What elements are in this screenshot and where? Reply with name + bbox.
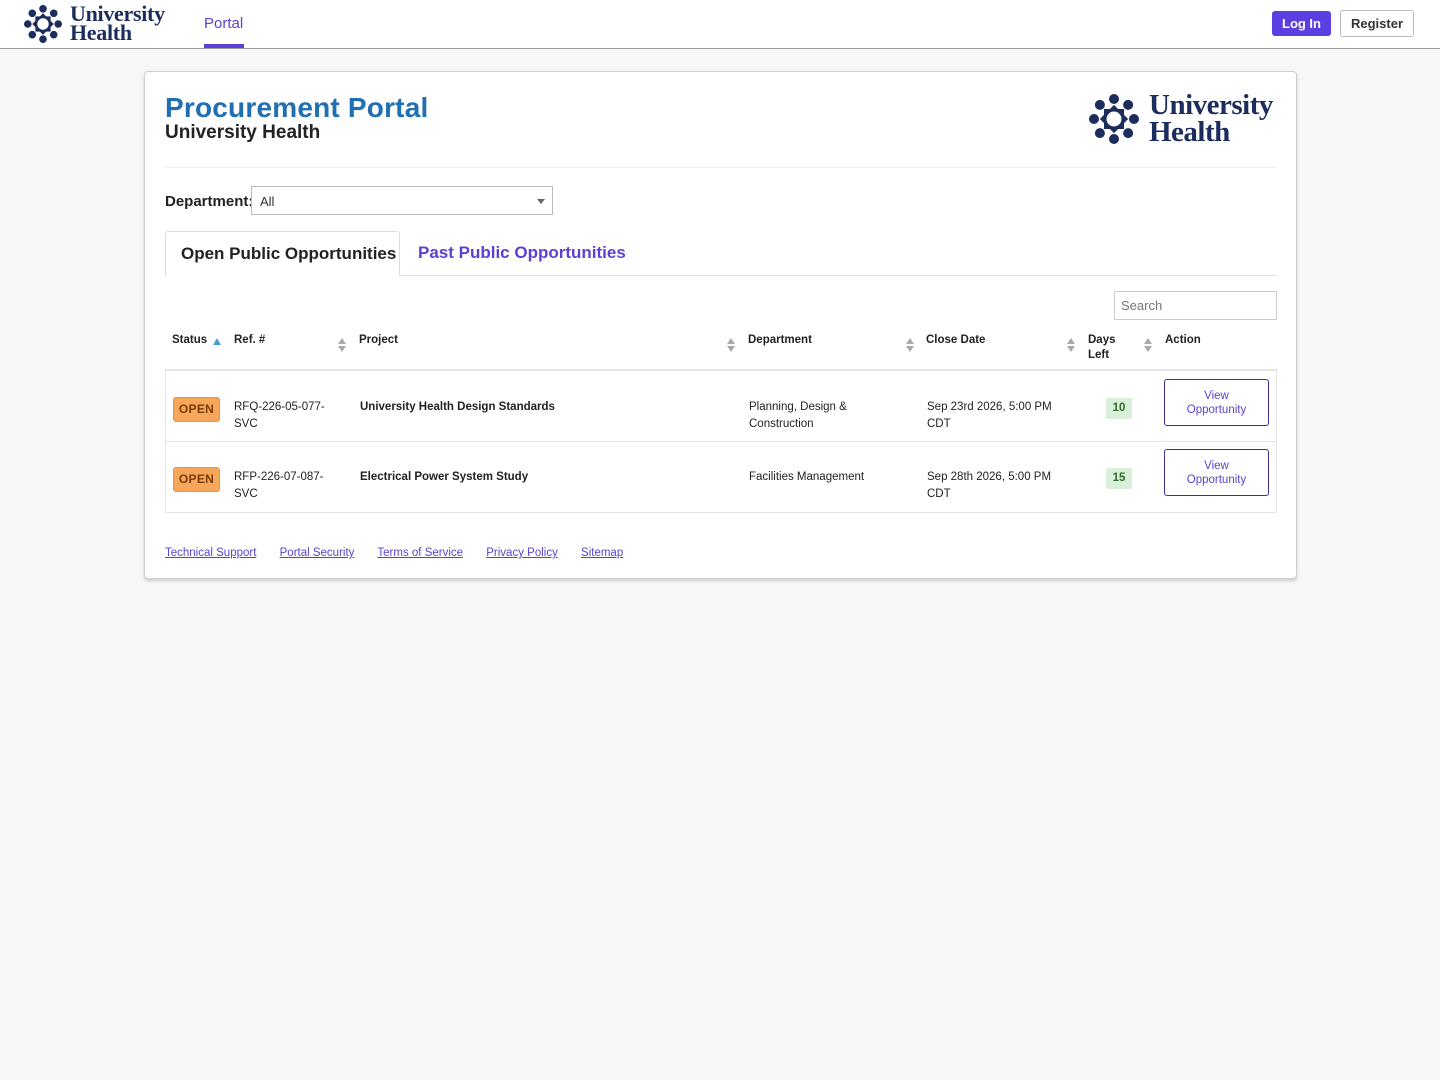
logo-wordmark: University Health	[1149, 89, 1273, 148]
login-button[interactable]: Log In	[1272, 11, 1331, 36]
sort-icon[interactable]	[1067, 338, 1075, 354]
department-name: Facilities Management	[749, 471, 865, 483]
footer-link-terms-of-service[interactable]: Terms of Service	[377, 547, 463, 559]
department-select-value: All	[260, 194, 275, 209]
caret-down-icon	[537, 199, 545, 204]
days-left-badge: 10	[1106, 398, 1132, 419]
star-emblem-icon	[1089, 94, 1139, 144]
opportunities-table-body: OPEN RFQ-226-05-077-SVC University Healt…	[165, 371, 1277, 513]
col-header-department[interactable]: Department	[748, 333, 812, 348]
close-date: Sep 23rd 2026, 5:00 PM CDT	[927, 401, 1052, 430]
col-header-ref[interactable]: Ref. #	[234, 333, 265, 348]
col-header-status[interactable]: Status	[172, 333, 207, 348]
ref-number: RFQ-226-05-077-SVC	[234, 401, 325, 430]
department-name: Planning, Design & Construction	[749, 401, 847, 430]
footer-link-portal-security[interactable]: Portal Security	[280, 547, 355, 559]
footer-links: Technical Support Portal Security Terms …	[165, 547, 643, 559]
footer-link-technical-support[interactable]: Technical Support	[165, 547, 256, 559]
tab-past-opportunities[interactable]: Past Public Opportunities	[418, 243, 626, 263]
col-header-project[interactable]: Project	[359, 333, 398, 348]
star-emblem-icon	[24, 5, 62, 43]
project-name: Electrical Power System Study	[360, 471, 529, 483]
days-left-badge: 15	[1106, 468, 1132, 489]
department-label: Department:	[165, 193, 254, 210]
logo-wordmark: University Health	[70, 1, 165, 45]
status-badge: OPEN	[173, 397, 220, 422]
sort-icon[interactable]	[1144, 338, 1152, 354]
sort-icon[interactable]	[727, 338, 735, 354]
top-nav: University Health Portal Log In Register	[0, 0, 1440, 49]
col-header-action: Action	[1165, 334, 1201, 346]
status-badge: OPEN	[173, 467, 220, 492]
sort-icon[interactable]	[338, 338, 346, 354]
ref-number: RFP-226-07-087-SVC	[234, 471, 324, 500]
project-name: University Health Design Standards	[360, 401, 555, 413]
active-tab-indicator	[204, 44, 244, 48]
university-health-logo-large: University Health	[1089, 89, 1279, 148]
col-header-days-left[interactable]: Days Left	[1088, 333, 1122, 363]
register-button[interactable]: Register	[1340, 10, 1414, 37]
close-date: Sep 28th 2026, 5:00 PM CDT	[927, 471, 1052, 500]
view-opportunity-button[interactable]: View Opportunity	[1164, 449, 1269, 496]
sort-icon[interactable]	[906, 338, 914, 354]
procurement-card: Procurement Portal University Health Uni…	[144, 71, 1297, 579]
view-opportunity-button[interactable]: View Opportunity	[1164, 379, 1269, 426]
footer-link-privacy-policy[interactable]: Privacy Policy	[486, 547, 558, 559]
divider	[165, 167, 1277, 168]
department-select[interactable]: All	[251, 186, 553, 215]
footer-link-sitemap[interactable]: Sitemap	[581, 547, 623, 559]
table-row: OPEN RFQ-226-05-077-SVC University Healt…	[166, 371, 1276, 441]
nav-tab-portal[interactable]: Portal	[204, 15, 243, 32]
tab-open-opportunities[interactable]: Open Public Opportunities	[165, 231, 400, 276]
page-title: Procurement Portal	[165, 92, 429, 123]
table-row: OPEN RFP-226-07-087-SVC Electrical Power…	[166, 441, 1276, 511]
col-header-close-date[interactable]: Close Date	[926, 333, 985, 348]
search-input[interactable]	[1114, 291, 1277, 320]
page-subtitle: University Health	[165, 122, 321, 143]
university-health-logo[interactable]: University Health	[24, 1, 174, 45]
sort-ascending-icon[interactable]	[213, 338, 221, 345]
